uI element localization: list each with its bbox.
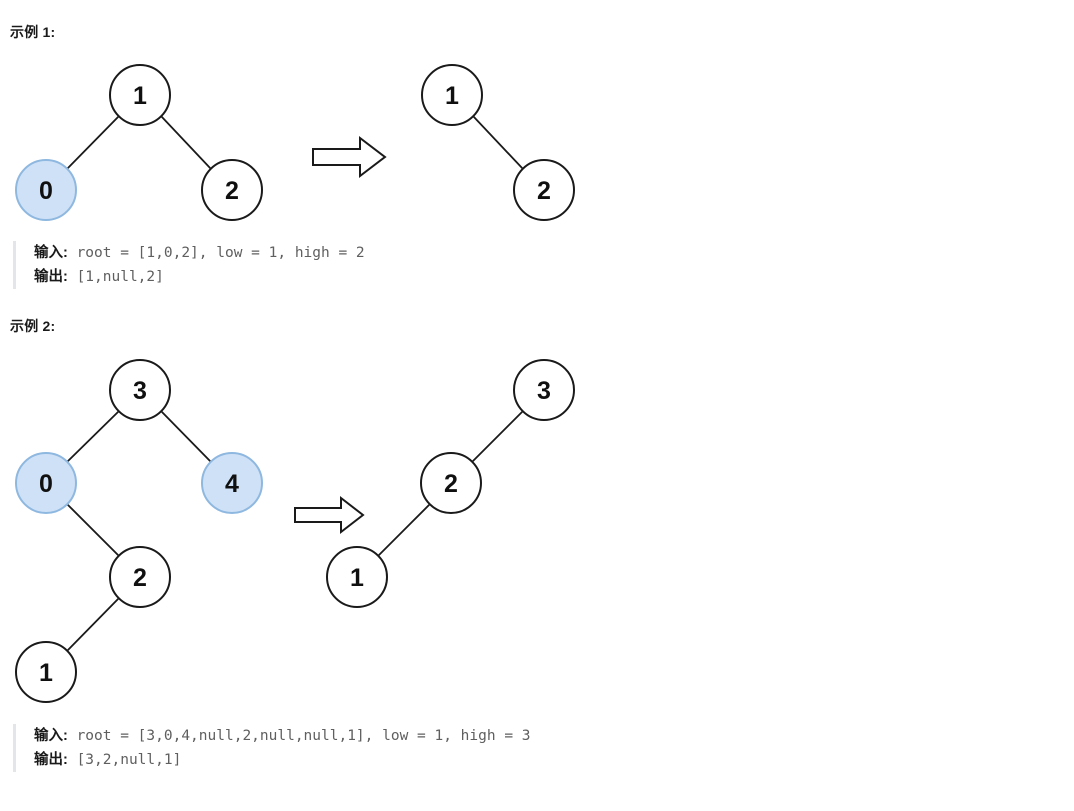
example-2-heading: 示例 2: [10, 318, 56, 334]
tree-node: 1 [326, 546, 388, 608]
rightwards-arrow-icon [312, 135, 387, 179]
example-1-after-edges [472, 115, 524, 170]
edge-0-to-2 [66, 503, 120, 557]
tree-node: 2 [420, 452, 482, 514]
example-1-tree-diagram: 1 0 2 1 2 [15, 64, 575, 221]
tree-node: 1 [15, 641, 77, 703]
tree-node: 2 [201, 159, 263, 221]
tree-node-highlighted: 0 [15, 452, 77, 514]
node-label: 2 [444, 470, 458, 498]
tree-node-highlighted: 0 [15, 159, 77, 221]
problem-examples-page: 示例 1: 1 0 2 1 2 输入: root = [1,0,2], low … [0, 0, 1074, 811]
input-value: root = [1,0,2], low = 1, high = 2 [67, 245, 365, 261]
tree-node-highlighted: 4 [201, 452, 263, 514]
example-2-after-nodes: 3 2 1 [326, 359, 575, 608]
node-label: 0 [39, 470, 53, 498]
edge-3-to-0 [66, 410, 120, 463]
example-1-input-line: 输入: root = [1,0,2], low = 1, high = 2 [34, 241, 713, 265]
output-label: 输出: [34, 269, 68, 285]
edge-3-to-2-after [471, 410, 524, 463]
example-2-figure: 3 0 4 2 1 3 2 1 [0, 350, 640, 710]
input-label: 输入: [34, 245, 68, 261]
example-2-tree-diagram: 3 0 4 2 1 3 2 1 [15, 359, 575, 703]
example-2-output-line: 输出: [3,2,null,1] [34, 748, 913, 772]
edge-1-to-2-after [472, 115, 524, 170]
example-1-before-nodes: 1 0 2 [15, 64, 263, 221]
input-value: root = [3,0,4,null,2,null,null,1], low =… [67, 728, 531, 744]
node-label: 2 [537, 177, 551, 205]
node-label: 1 [445, 82, 459, 110]
node-label: 0 [39, 177, 53, 205]
edge-2-to-1 [66, 597, 120, 652]
node-label: 2 [225, 177, 239, 205]
example-1-heading: 示例 1: [10, 24, 56, 40]
node-label: 1 [350, 564, 364, 592]
tree-node: 3 [513, 359, 575, 421]
node-label: 3 [133, 377, 147, 405]
example-2-before-edges [66, 410, 212, 652]
node-label: 1 [133, 82, 147, 110]
tree-node: 2 [109, 546, 171, 608]
tree-node: 1 [109, 64, 171, 126]
node-label: 4 [225, 470, 239, 498]
output-label: 输出: [34, 752, 68, 768]
example-1-output-line: 输出: [1,null,2] [34, 265, 713, 289]
example-2-input-line: 输入: root = [3,0,4,null,2,null,null,1], l… [34, 724, 913, 748]
node-label: 1 [39, 659, 53, 687]
example-1-figure: 1 0 2 1 2 [0, 55, 640, 235]
edge-1-to-2 [160, 115, 212, 170]
edge-2-to-1-after [377, 503, 431, 557]
example-2-io-block: 输入: root = [3,0,4,null,2,null,null,1], l… [13, 724, 913, 772]
node-label: 2 [133, 564, 147, 592]
output-value: [3,2,null,1] [67, 752, 182, 768]
input-label: 输入: [34, 728, 68, 744]
edge-1-to-0 [66, 115, 120, 170]
node-label: 3 [537, 377, 551, 405]
rightwards-arrow-icon [294, 495, 365, 535]
example-2-before-nodes: 3 0 4 2 1 [15, 359, 263, 703]
tree-node: 1 [421, 64, 483, 126]
edge-3-to-4 [160, 410, 212, 463]
output-value: [1,null,2] [67, 269, 164, 285]
tree-node: 2 [513, 159, 575, 221]
tree-node: 3 [109, 359, 171, 421]
example-1-io-block: 输入: root = [1,0,2], low = 1, high = 2 输出… [13, 241, 713, 289]
